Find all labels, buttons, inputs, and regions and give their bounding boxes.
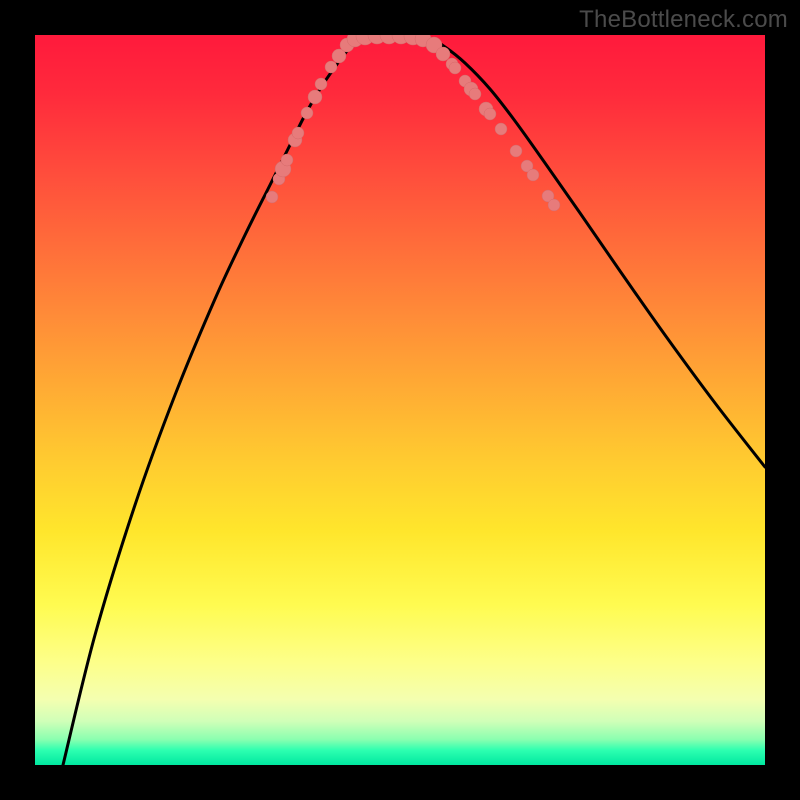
data-point-marker [273,173,285,185]
data-point-marker [510,145,522,157]
data-point-marker [521,160,533,172]
data-point-marker [266,191,278,203]
data-point-marker [469,88,481,100]
data-point-marker [292,127,304,139]
data-point-marker [281,154,293,166]
data-point-marker [479,102,493,116]
data-point-marker [288,133,302,147]
data-point-marker [325,61,337,73]
data-point-marker [368,35,386,44]
data-point-marker [301,107,313,119]
bottleneck-curve [63,35,765,765]
data-point-marker [464,82,478,96]
data-point-marker [347,35,363,47]
data-point-marker [340,38,354,52]
chart-svg [35,35,765,765]
data-point-marker [542,190,554,202]
data-point-marker [446,58,458,70]
curve-data-points [266,35,560,211]
chart-plot-area [35,35,765,765]
data-point-marker [426,37,442,53]
data-point-marker [495,123,507,135]
data-point-marker [356,35,374,45]
data-point-marker [315,78,327,90]
data-point-marker [459,75,471,87]
data-point-marker [275,161,291,177]
data-point-marker [392,35,410,44]
data-point-marker [436,47,450,61]
data-point-marker [527,169,539,181]
data-point-marker [380,35,398,44]
data-point-marker [548,199,560,211]
watermark-label: TheBottleneck.com [579,6,788,34]
data-point-marker [449,62,461,74]
data-point-marker [415,35,431,47]
data-point-marker [484,108,496,120]
data-point-marker [404,35,422,45]
data-point-marker [332,49,346,63]
data-point-marker [308,90,322,104]
